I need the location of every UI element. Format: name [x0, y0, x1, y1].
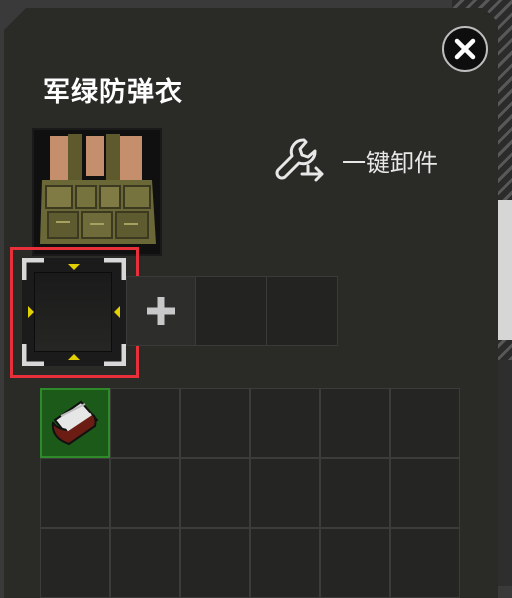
close-button[interactable] [442, 26, 488, 72]
item-preview [32, 128, 162, 256]
inventory-cell[interactable] [390, 458, 460, 528]
selected-slot-well [34, 272, 112, 352]
inventory-cell[interactable] [40, 458, 110, 528]
body-armor-vest-icon [40, 134, 156, 244]
plus-icon [147, 297, 175, 325]
inventory-cell[interactable] [250, 458, 320, 528]
inventory-cell-occupied[interactable] [40, 388, 110, 458]
attachment-slot[interactable] [266, 276, 338, 346]
bandage-roll-icon [51, 400, 99, 446]
inventory-cell[interactable] [390, 528, 460, 598]
inventory-cell[interactable] [320, 528, 390, 598]
inventory-cell[interactable] [320, 458, 390, 528]
inventory-cell[interactable] [320, 388, 390, 458]
inventory-cell[interactable] [390, 388, 460, 458]
unload-all-label: 一键卸件 [342, 148, 438, 177]
inventory-cell[interactable] [180, 458, 250, 528]
close-x-icon [454, 38, 476, 60]
unload-all-button[interactable]: 一键卸件 [274, 134, 438, 186]
inventory-cell[interactable] [180, 388, 250, 458]
wrench-arrow-icon [275, 138, 324, 182]
inventory-cell[interactable] [180, 528, 250, 598]
inventory-cell[interactable] [110, 388, 180, 458]
inventory-cell[interactable] [110, 528, 180, 598]
inventory-cell[interactable] [250, 528, 320, 598]
item-title: 军绿防弹衣 [43, 77, 183, 108]
inventory-cell[interactable] [250, 388, 320, 458]
inventory-cell[interactable] [40, 528, 110, 598]
inventory-cell[interactable] [110, 458, 180, 528]
add-attachment-slot[interactable] [126, 276, 196, 346]
attachment-slot[interactable] [195, 276, 267, 346]
